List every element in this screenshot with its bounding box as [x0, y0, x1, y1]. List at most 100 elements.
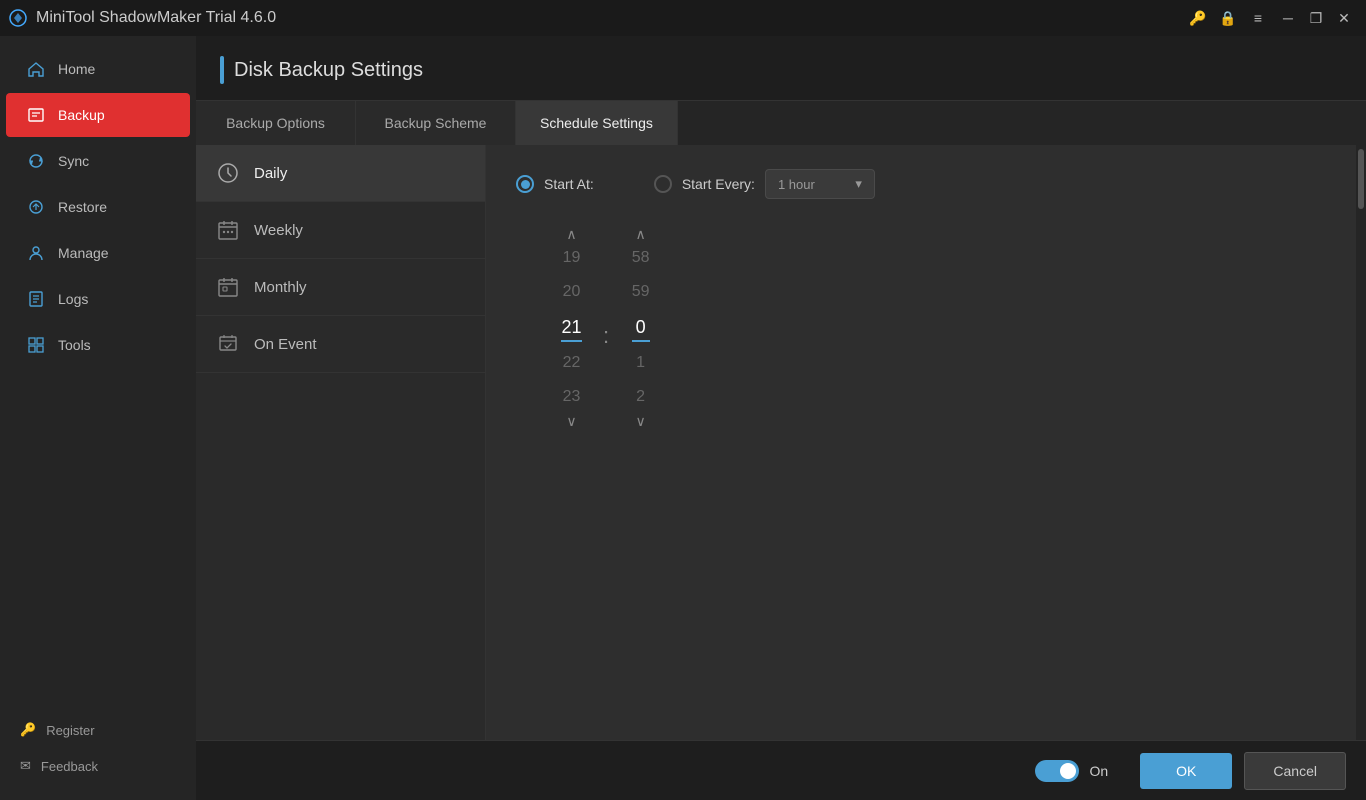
inner-layout: Daily Weekly: [196, 145, 1366, 740]
sidebar-item-manage-label: Manage: [58, 245, 109, 261]
tools-icon: [26, 335, 46, 355]
start-every-option[interactable]: Start Every:: [654, 175, 755, 193]
hour-22: 22: [561, 350, 581, 376]
hour-19: 19: [561, 245, 581, 271]
menu-icon[interactable]: ≡: [1244, 4, 1272, 32]
content-area: Disk Backup Settings Backup Options Back…: [196, 36, 1366, 800]
weekly-label: Weekly: [254, 222, 303, 239]
start-every-label: Start Every:: [682, 176, 755, 192]
sidebar-bottom: 🔑 Register ✉ Feedback: [0, 712, 196, 800]
titlebar: MiniTool ShadowMaker Trial 4.6.0 🔑 🔒 ≡ ─…: [0, 0, 1366, 36]
key-icon[interactable]: 🔑: [1184, 4, 1212, 32]
sidebar-item-sync[interactable]: Sync: [6, 139, 190, 183]
time-picker: ∧ 19 20 21 22 23 ∨ : ∧: [544, 223, 1336, 432]
radio-row: Start At: Start Every: 1 hour ▾: [516, 169, 1336, 199]
hours-down-button[interactable]: ∨: [558, 410, 586, 432]
titlebar-controls[interactable]: 🔑 🔒 ≡ ─ ❐ ✕: [1184, 4, 1358, 32]
register-label: Register: [46, 723, 94, 738]
on-event-label: On Event: [254, 336, 317, 353]
minutes-down-button[interactable]: ∨: [627, 410, 655, 432]
minutes-rows: 58 59 0 1 2: [632, 245, 650, 410]
sidebar: Home Backup Sync: [0, 36, 196, 800]
page-title: Disk Backup Settings: [234, 59, 423, 82]
on-off-toggle[interactable]: [1035, 760, 1079, 782]
sidebar-item-tools-label: Tools: [58, 337, 91, 353]
scroll-thumb: [1358, 149, 1364, 209]
schedule-scrollbar[interactable]: [1356, 145, 1366, 740]
start-at-label: Start At:: [544, 176, 594, 192]
tab-backup-options[interactable]: Backup Options: [196, 101, 356, 145]
interval-value: 1 hour: [778, 177, 815, 192]
restore-icon: [26, 197, 46, 217]
close-button[interactable]: ✕: [1330, 4, 1358, 32]
lock-icon[interactable]: 🔒: [1214, 4, 1242, 32]
sidebar-item-home-label: Home: [58, 61, 95, 77]
start-at-radio[interactable]: [516, 175, 534, 193]
minute-0[interactable]: 0: [632, 313, 650, 342]
header-accent: [220, 56, 224, 84]
feedback-icon: ✉: [20, 758, 31, 774]
sidebar-item-tools[interactable]: Tools: [6, 323, 190, 367]
sync-icon: [26, 151, 46, 171]
feedback-button[interactable]: ✉ Feedback: [0, 748, 196, 784]
start-every-group: Start Every: 1 hour ▾: [654, 169, 875, 199]
window-controls[interactable]: ─ ❐ ✕: [1274, 4, 1358, 32]
ok-button[interactable]: OK: [1140, 753, 1232, 789]
monthly-calendar-icon: [216, 275, 240, 299]
schedule-type-on-event[interactable]: On Event: [196, 316, 485, 373]
minutes-up-button[interactable]: ∧: [627, 223, 655, 245]
app-logo: [8, 8, 28, 28]
clock-icon: [216, 161, 240, 185]
register-button[interactable]: 🔑 Register: [0, 712, 196, 748]
footer: On OK Cancel: [196, 740, 1366, 800]
logs-icon: [26, 289, 46, 309]
hour-21[interactable]: 21: [561, 313, 581, 342]
toggle-row: On: [1035, 760, 1108, 782]
sidebar-item-logs-label: Logs: [58, 291, 88, 307]
app-title: MiniTool ShadowMaker Trial 4.6.0: [36, 9, 276, 27]
minimize-button[interactable]: ─: [1274, 4, 1302, 32]
schedule-type-daily[interactable]: Daily: [196, 145, 485, 202]
hour-20: 20: [561, 279, 581, 305]
tabs-row: Backup Options Backup Scheme Schedule Se…: [196, 101, 1366, 145]
schedule-type-weekly[interactable]: Weekly: [196, 202, 485, 259]
home-icon: [26, 59, 46, 79]
hour-23: 23: [561, 384, 581, 410]
schedule-type-monthly[interactable]: Monthly: [196, 259, 485, 316]
hours-rows: 19 20 21 22 23: [561, 245, 581, 410]
toggle-label: On: [1089, 763, 1108, 779]
sidebar-item-logs[interactable]: Logs: [6, 277, 190, 321]
sidebar-item-backup[interactable]: Backup: [6, 93, 190, 137]
schedule-types-panel: Daily Weekly: [196, 145, 486, 740]
restore-button[interactable]: ❐: [1302, 4, 1330, 32]
minutes-column: ∧ 58 59 0 1 2 ∨: [613, 223, 668, 432]
start-every-radio[interactable]: [654, 175, 672, 193]
monthly-label: Monthly: [254, 279, 307, 296]
sidebar-item-home[interactable]: Home: [6, 47, 190, 91]
main-layout: Home Backup Sync: [0, 36, 1366, 800]
cancel-button[interactable]: Cancel: [1244, 752, 1346, 790]
sidebar-item-restore[interactable]: Restore: [6, 185, 190, 229]
feedback-label: Feedback: [41, 759, 98, 774]
interval-dropdown[interactable]: 1 hour ▾: [765, 169, 875, 199]
page-header: Disk Backup Settings: [196, 36, 1366, 101]
manage-icon: [26, 243, 46, 263]
sidebar-item-sync-label: Sync: [58, 153, 89, 169]
hours-up-button[interactable]: ∧: [558, 223, 586, 245]
start-at-option[interactable]: Start At:: [516, 175, 594, 193]
hours-column: ∧ 19 20 21 22 23 ∨: [544, 223, 599, 432]
tab-backup-scheme[interactable]: Backup Scheme: [356, 101, 516, 145]
on-event-icon: [216, 332, 240, 356]
sidebar-item-manage[interactable]: Manage: [6, 231, 190, 275]
titlebar-left: MiniTool ShadowMaker Trial 4.6.0: [8, 8, 276, 28]
dropdown-arrow-icon: ▾: [855, 176, 862, 192]
minute-59: 59: [632, 279, 650, 305]
weekly-calendar-icon: [216, 218, 240, 242]
minute-2: 2: [632, 384, 650, 410]
minute-1: 1: [632, 350, 650, 376]
tab-schedule-settings[interactable]: Schedule Settings: [516, 101, 678, 145]
daily-label: Daily: [254, 165, 287, 182]
backup-icon: [26, 105, 46, 125]
schedule-settings-panel: Start At: Start Every: 1 hour ▾: [486, 145, 1366, 740]
register-icon: 🔑: [20, 722, 36, 738]
